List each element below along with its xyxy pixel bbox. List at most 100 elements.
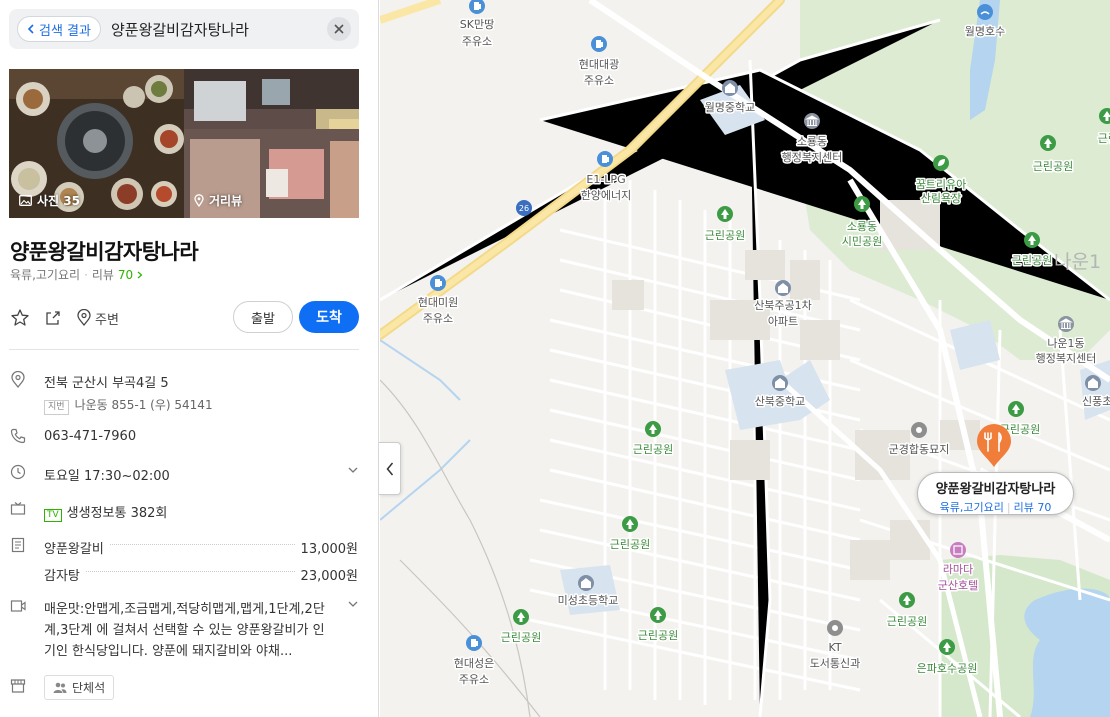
nearby-button[interactable]: 주변 [76,309,119,328]
video-icon [10,600,26,612]
lot-address-tag: 지번 [44,400,69,415]
chevron-down-icon[interactable] [348,467,358,474]
school-icon[interactable] [772,375,788,391]
school-icon[interactable] [1085,375,1101,391]
park-icon[interactable] [650,607,666,623]
poi-label: 한양에너지 [581,189,632,202]
poi-label: 도서통신과 [810,657,861,670]
collapse-panel-button[interactable] [379,442,401,495]
park-icon[interactable] [939,639,955,655]
school-icon[interactable] [722,80,738,96]
phone-number[interactable]: 063-471-7960 [44,429,136,444]
clear-search-button[interactable] [327,17,351,41]
apartment-icon[interactable] [775,280,791,296]
photo-count-label: 사진 35 [37,194,80,208]
share-icon [46,311,60,325]
photo-count-caption: 사진 35 [19,192,80,209]
close-icon [334,24,344,34]
address-row: 전북 군산시 부곡4길 5 지번 나운동 855-1 (우) 54141 [10,371,360,415]
menu-item: 양푼왕갈비 13,000원 [44,538,358,557]
menu-item-name: 양푼왕갈비 [44,542,104,557]
poi-label: 근린공원 [501,631,541,644]
facility-row: 단체석 [10,675,360,701]
park-icon[interactable] [1008,401,1024,417]
share-button[interactable] [44,309,62,327]
poi-label: KT [828,641,841,654]
park-icon[interactable] [1099,108,1110,124]
place-callout[interactable]: 양푼왕갈비감자탕나라 육류,고기요리 | 리뷰 70 [917,472,1074,515]
poi-label: 근린공원 [1098,132,1110,145]
hours-row[interactable]: 토요일 17:30~02:00 [10,464,360,484]
section-divider [9,349,359,350]
school-icon[interactable] [578,575,594,591]
chevron-right-icon [137,271,143,279]
poi-label: 군경합동묘지 [889,443,950,456]
clock-icon [10,464,26,480]
poi-label: 신풍초등학 [1082,395,1110,408]
gas-station-icon[interactable] [430,275,446,291]
lot-address: 나운동 855-1 (우) 54141 [74,398,213,412]
gas-station-icon[interactable] [597,151,613,167]
lake-icon [977,4,993,20]
road-address[interactable]: 전북 군산시 부곡4길 5 [44,372,213,391]
photo-strip: 사진 35 거리뷰 [9,69,359,218]
poi-label: 산북중학교 [755,395,806,408]
search-bar: 검색 결과 양푼왕갈비감자탕나라 [9,9,359,49]
map-pin-icon [77,309,91,327]
business-hours: 토요일 17:30~02:00 [44,469,170,484]
menu-dot-leader [85,571,295,572]
streetview-thumbnail[interactable]: 거리뷰 [184,69,359,218]
park-icon[interactable] [622,516,638,532]
poi-label: 근린공원 [638,629,678,642]
park-icon[interactable] [854,196,870,212]
search-query[interactable]: 양푼왕갈비감자탕나라 [111,19,327,40]
poi-label: 현대성은 [454,657,494,670]
back-to-results-button[interactable]: 검색 결과 [17,16,101,42]
park-icon[interactable] [645,421,661,437]
poi-label: 산림욕장 [921,192,961,205]
location-pin-icon [194,194,204,207]
tv-row: TV 생생정보통 382회 [10,501,360,522]
route-arrive-button[interactable]: 도착 [299,301,359,333]
poi-label: 아파트 [768,315,798,328]
callout-meta: 육류,고기요리 | 리뷰 70 [918,499,1073,515]
menu-item: 감자탕 23,000원 [44,565,358,584]
chevron-left-icon [27,24,34,34]
streetview-label: 거리뷰 [209,194,243,208]
forest-icon[interactable] [933,155,949,171]
poi-label: 행정복지센터 [782,151,843,164]
poi-label: SK만땅 [460,18,494,31]
description-row[interactable]: 매운맛:안맵게,조금맵게,적당히맵게,맵게,1단계,2단계,3단계 에 걸쳐서 … [10,598,360,662]
hotel-icon[interactable] [950,542,966,558]
route-start-button[interactable]: 출발 [233,301,293,333]
park-icon[interactable] [1024,232,1040,248]
map-canvas[interactable]: 26 SK만땅 주유소 현대대광 주유소 월명호수 월명중학교 소룡동 행정복지… [380,0,1110,717]
government-office-icon[interactable] [1057,315,1075,333]
store-icon [10,679,26,693]
callout-review[interactable]: 리뷰 70 [1014,501,1052,514]
chevron-down-icon[interactable] [348,601,358,608]
restaurant-marker-icon[interactable] [977,424,1011,467]
callout-place-name: 양푼왕갈비감자탕나라 [935,482,1056,497]
park-icon[interactable] [717,206,733,222]
poi-label: 근린공원 [705,229,745,242]
poi-label: 현대대광 [579,58,619,71]
government-office-icon[interactable] [803,112,821,130]
photo-thumbnail[interactable]: 사진 35 [9,69,184,218]
cemetery-icon[interactable] [911,422,927,438]
review-link[interactable]: 리뷰 70 [92,266,143,283]
park-icon[interactable] [1040,135,1056,151]
gas-station-icon[interactable] [591,36,607,52]
save-button[interactable] [10,308,30,328]
poi-label: 은파호수공원 [917,662,978,675]
chevron-left-icon [386,462,393,475]
menu-item-price: 23,000원 [300,569,358,584]
gas-station-icon[interactable] [466,635,482,651]
telecom-icon[interactable] [827,620,843,636]
place-category: 육류,고기요리 [10,268,81,282]
gas-station-icon[interactable] [469,0,485,14]
group-seating-chip: 단체석 [44,675,115,700]
poi-label: 군산호텔 [938,579,978,592]
park-icon[interactable] [513,609,529,625]
park-icon[interactable] [899,592,915,608]
